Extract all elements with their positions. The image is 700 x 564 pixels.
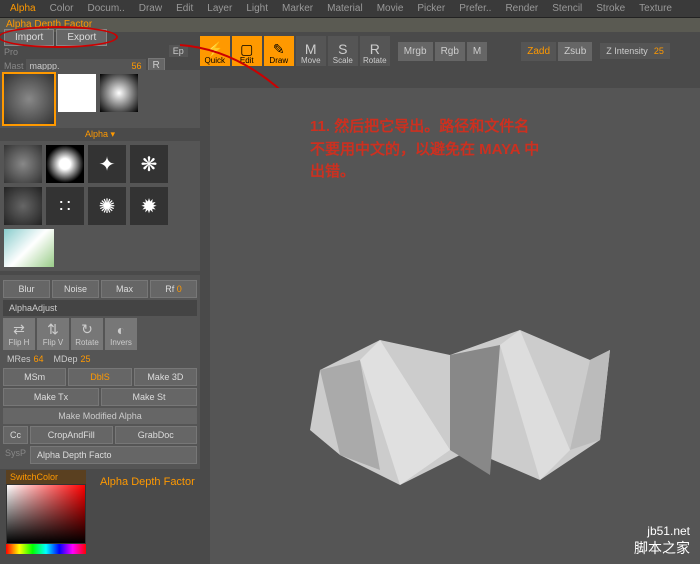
menu-layer[interactable]: Layer (201, 1, 238, 16)
maketx-button[interactable]: Make Tx (3, 388, 99, 406)
rgb-button[interactable]: Rgb (435, 42, 465, 61)
makest-button[interactable]: Make St (101, 388, 197, 406)
color-picker[interactable]: SwitchColor (6, 470, 86, 554)
make3d-button[interactable]: Make 3D (134, 368, 197, 386)
brush-swatch[interactable] (4, 187, 42, 225)
dbls-button[interactable]: DblS (68, 368, 131, 386)
menu-prefer..[interactable]: Prefer.. (453, 1, 497, 16)
menu-bar: AlphaColorDocum..DrawEditLayerLightMarke… (0, 0, 700, 18)
menu-stroke[interactable]: Stroke (590, 1, 631, 16)
export-button[interactable]: Export (56, 29, 107, 46)
color-field[interactable] (6, 484, 86, 544)
menu-light[interactable]: Light (240, 1, 274, 16)
scale-tool[interactable]: SScale (328, 36, 358, 66)
quick-tool[interactable]: ⚡Quick (200, 36, 230, 66)
max-button[interactable]: Max (101, 280, 148, 298)
menu-material[interactable]: Material (321, 1, 369, 16)
menu-draw[interactable]: Draw (133, 1, 168, 16)
rf-slider[interactable]: Rf 0 (150, 280, 197, 298)
hue-slider[interactable] (6, 544, 86, 554)
brush-swatch[interactable]: ✦ (88, 145, 126, 183)
m-button[interactable]: M (467, 42, 487, 61)
mdep-slider[interactable]: MDep25 (50, 352, 95, 366)
status-hint: Alpha Depth Factor (100, 476, 195, 488)
edit-tool[interactable]: ▢Edit (232, 36, 262, 66)
cc-button[interactable]: Cc (3, 426, 28, 444)
syspal-label: SysP (3, 446, 28, 464)
menu-texture[interactable]: Texture (633, 1, 678, 16)
menu-picker[interactable]: Picker (411, 1, 451, 16)
alpha-swatch[interactable] (4, 74, 54, 124)
noise-button[interactable]: Noise (52, 280, 99, 298)
annotation-text: 11. 然后把它导出。路径和文件名不要用中文的，以避免在 MAYA 中出错。 (310, 116, 539, 184)
invers-button[interactable]: ◐Invers (105, 318, 137, 350)
draw-tool[interactable]: ✎Draw (264, 36, 294, 66)
tool-swatch[interactable] (4, 145, 42, 183)
grabdoc-button[interactable]: GrabDoc (115, 426, 198, 444)
brush-swatch[interactable]: ∷ (46, 187, 84, 225)
alpha-swatch[interactable] (100, 74, 138, 112)
menu-marker[interactable]: Marker (276, 1, 319, 16)
menu-alpha[interactable]: Alpha (4, 1, 42, 16)
brush-swatch[interactable]: ❋ (130, 145, 168, 183)
mesh-preview (290, 310, 630, 510)
zadd-button[interactable]: Zadd (521, 42, 556, 61)
flip-h-button[interactable]: ⇄Flip H (3, 318, 35, 350)
rotate-button[interactable]: ↻Rotate (71, 318, 103, 350)
alpha-label: Alpha ▾ (0, 128, 200, 141)
menu-docum..[interactable]: Docum.. (81, 1, 130, 16)
alpha-swatch[interactable] (58, 74, 96, 112)
import-button[interactable]: Import (4, 29, 54, 46)
brush-swatch[interactable] (46, 145, 84, 183)
top-toolbar: Import Export Pro Mast mappp.56 R Ep ⚡Qu… (0, 32, 700, 70)
zsub-button[interactable]: Zsub (558, 42, 592, 61)
menu-movie[interactable]: Movie (371, 1, 410, 16)
mres-slider[interactable]: MRes64 (3, 352, 48, 366)
menu-render[interactable]: Render (499, 1, 544, 16)
flip-v-button[interactable]: ⇅Flip V (37, 318, 69, 350)
msm-button[interactable]: MSm (3, 368, 66, 386)
alpha-adjust-label: AlphaAdjust (3, 300, 197, 316)
brush-swatch[interactable]: ✹ (130, 187, 168, 225)
move-tool[interactable]: MMove (296, 36, 326, 66)
proj-label: Pro (4, 47, 18, 57)
menu-color[interactable]: Color (44, 1, 80, 16)
watermark: jb51.net 脚本之家 (634, 524, 690, 558)
menu-stencil[interactable]: Stencil (546, 1, 588, 16)
mast-label: Mast (4, 61, 24, 71)
z-intensity-slider[interactable]: Z Intensity25 (600, 43, 670, 59)
rotate-tool[interactable]: RRotate (360, 36, 390, 66)
brush-swatch[interactable]: ✺ (88, 187, 126, 225)
mrgb-button[interactable]: Mrgb (398, 42, 433, 61)
adf-slider[interactable]: Alpha Depth Facto (30, 446, 197, 464)
texture-swatch[interactable] (4, 229, 54, 267)
alpha-panel: Alpha ▾ ✦ ❋ ∷ ✺ ✹ BlurNoiseMaxRf 0 Alpha… (0, 70, 200, 469)
cropandfill-button[interactable]: CropAndFill (30, 426, 113, 444)
blur-button[interactable]: Blur (3, 280, 50, 298)
menu-edit[interactable]: Edit (170, 1, 199, 16)
make-modified-alpha-button[interactable]: Make Modified Alpha (3, 408, 197, 424)
ep-button[interactable]: Ep (169, 45, 188, 57)
switch-color-button[interactable]: SwitchColor (6, 470, 86, 484)
